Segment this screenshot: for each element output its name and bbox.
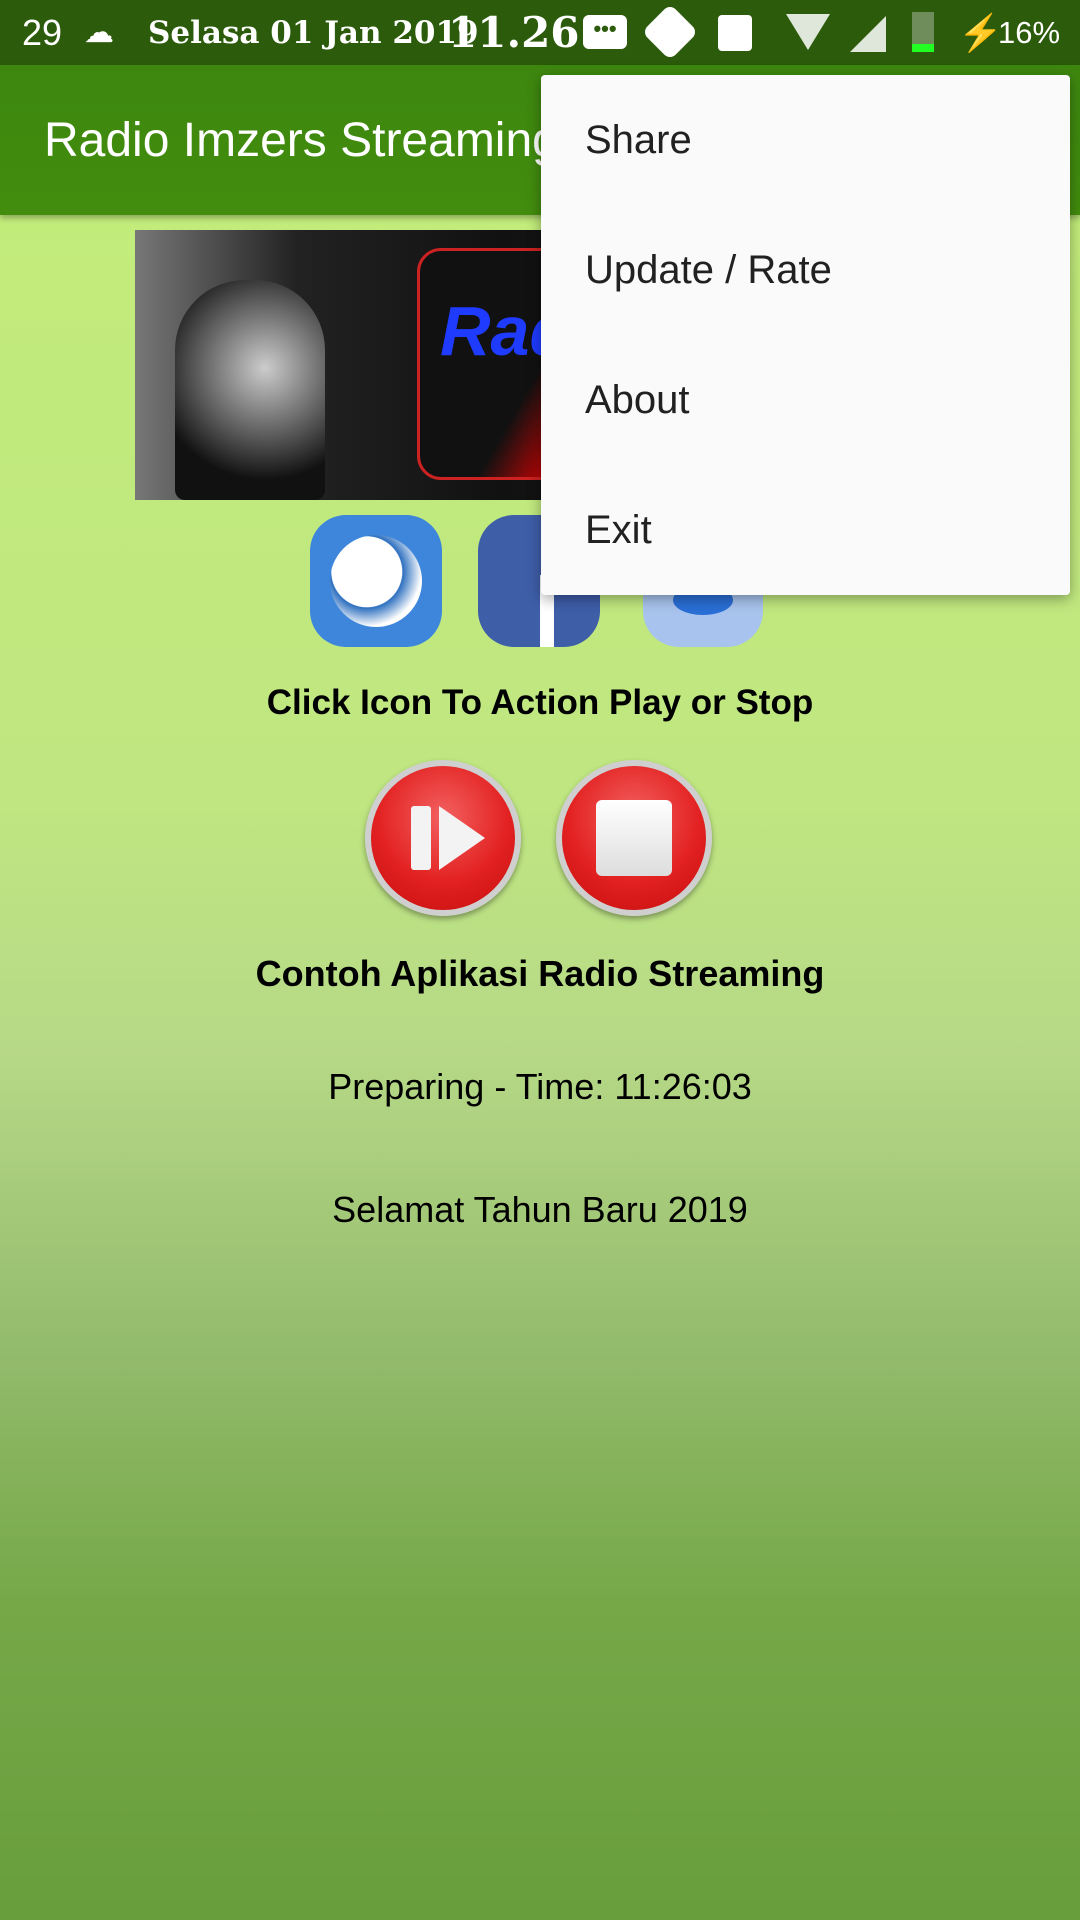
play-bar-icon	[411, 806, 431, 870]
wifi-icon	[786, 14, 830, 50]
menu-item-exit[interactable]: Exit	[541, 465, 1070, 595]
image-icon	[718, 15, 752, 51]
gear-icon	[641, 3, 699, 61]
instruction-text: Click Icon To Action Play or Stop	[266, 683, 814, 722]
app-title: Radio Imzers Streaming	[44, 114, 559, 167]
play-button[interactable]	[365, 760, 521, 916]
status-bar: 29 ☁ Selasa 01 Jan 2019 11.26 ••• ⚡ 16%	[0, 0, 1080, 65]
globe-icon	[330, 535, 422, 627]
cloud-moon-icon: ☁	[84, 16, 114, 49]
battery-percent: 16%	[998, 14, 1061, 50]
charging-icon: ⚡	[958, 11, 1003, 53]
temperature: 29	[22, 11, 63, 53]
website-button[interactable]	[310, 515, 442, 647]
status-date: Selasa 01 Jan 2019	[148, 14, 479, 51]
play-icon	[439, 806, 485, 870]
battery-icon	[912, 12, 934, 52]
overflow-menu: Share Update / Rate About Exit	[541, 75, 1070, 595]
menu-item-update-rate[interactable]: Update / Rate	[541, 205, 1070, 335]
dj-girl-image	[175, 280, 325, 500]
app-name-text: Contoh Aplikasi Radio Streaming	[255, 953, 825, 994]
stop-button[interactable]	[556, 760, 712, 916]
message-text: Selamat Tahun Baru 2019	[332, 1189, 748, 1230]
menu-item-share[interactable]: Share	[541, 75, 1070, 205]
stop-icon	[596, 800, 672, 876]
message-icon: •••	[583, 15, 627, 49]
status-time: 11.26	[448, 8, 580, 57]
signal-icon	[850, 16, 886, 52]
stream-status-text: Preparing - Time: 11:26:03	[328, 1066, 752, 1107]
menu-item-about[interactable]: About	[541, 335, 1070, 465]
